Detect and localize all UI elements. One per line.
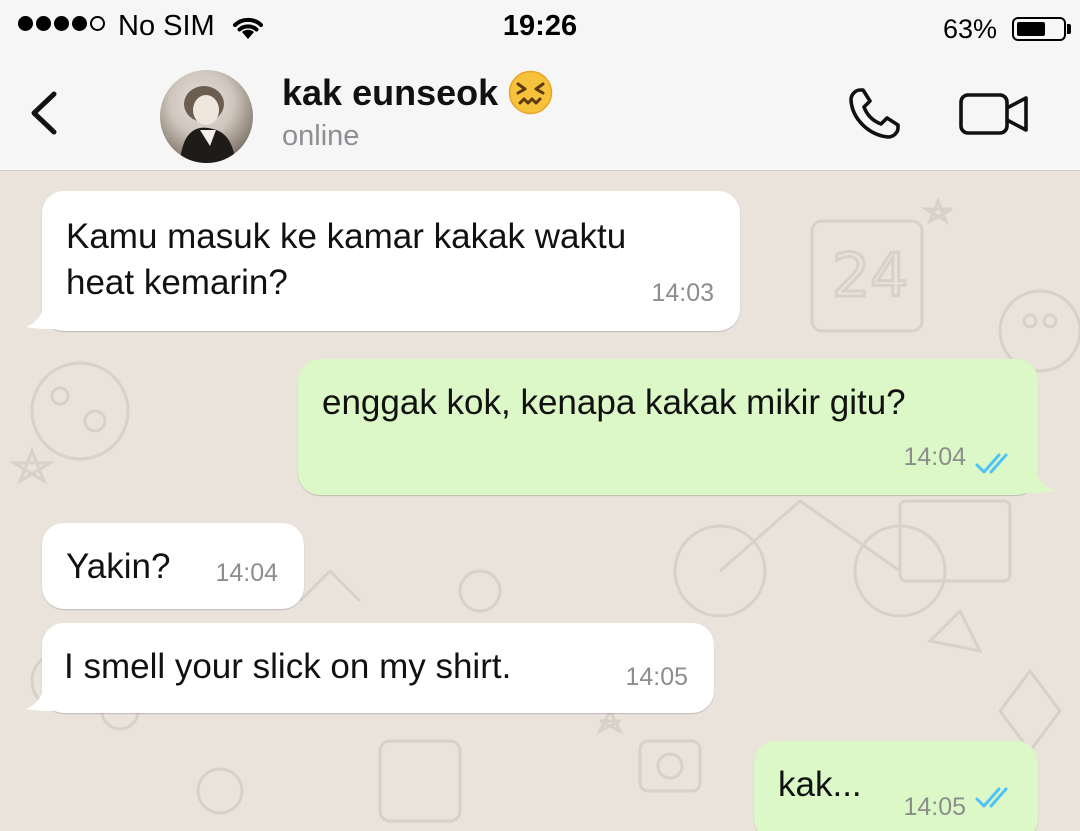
battery-percent: 63% <box>943 14 998 44</box>
message-bubble-outgoing[interactable]: enggak kok, kenapa kakak mikir gitu? 14:… <box>298 359 1038 495</box>
chat-header: kak eunseok online <box>0 58 1080 171</box>
message-text: I smell your slick on my shirt. <box>64 647 512 686</box>
contact-name: kak eunseok <box>282 72 499 113</box>
message-text-line: heat kemarin? <box>66 263 288 302</box>
status-bar: No SIM 19:26 63% <box>0 0 1080 58</box>
video-camera-icon[interactable] <box>958 90 1030 138</box>
confounded-face-icon <box>508 70 553 115</box>
chat-area[interactable]: 24 Kamu masuk ke kamar kakak waktu heat … <box>0 171 1080 831</box>
contact-status: online <box>282 120 360 152</box>
bubble-tail <box>26 687 58 711</box>
message-bubble-incoming[interactable]: Yakin? 14:04 <box>42 523 304 609</box>
message-bubble-outgoing[interactable]: kak... 14:05 <box>754 741 1038 831</box>
message-text: Yakin? <box>66 547 171 586</box>
phone-icon[interactable] <box>846 84 904 142</box>
message-time: 14:03 <box>651 279 714 307</box>
svg-text:24: 24 <box>832 241 908 311</box>
status-time: 19:26 <box>502 10 578 42</box>
bubble-tail <box>26 305 58 329</box>
message-text: kak... <box>778 765 862 804</box>
message-time: 14:05 <box>903 793 966 821</box>
bubble-tail <box>1020 469 1056 493</box>
message-time: 14:04 <box>903 443 966 471</box>
chevron-left-icon[interactable] <box>24 88 64 138</box>
message-time: 14:04 <box>215 559 278 587</box>
message-text: enggak kok, kenapa kakak mikir gitu? <box>322 383 906 422</box>
battery-tip <box>1067 24 1071 34</box>
message-bubble-incoming[interactable]: Kamu masuk ke kamar kakak waktu heat kem… <box>42 191 740 331</box>
avatar[interactable] <box>160 70 253 163</box>
contact-name-row[interactable]: kak eunseok <box>282 70 553 118</box>
double-check-icon <box>975 453 1008 474</box>
double-check-icon <box>975 787 1008 808</box>
message-time: 14:05 <box>625 663 688 691</box>
battery-icon <box>1012 17 1066 41</box>
message-bubble-incoming[interactable]: I smell your slick on my shirt. 14:05 <box>42 623 714 713</box>
message-text-line: Kamu masuk ke kamar kakak waktu <box>66 217 627 256</box>
